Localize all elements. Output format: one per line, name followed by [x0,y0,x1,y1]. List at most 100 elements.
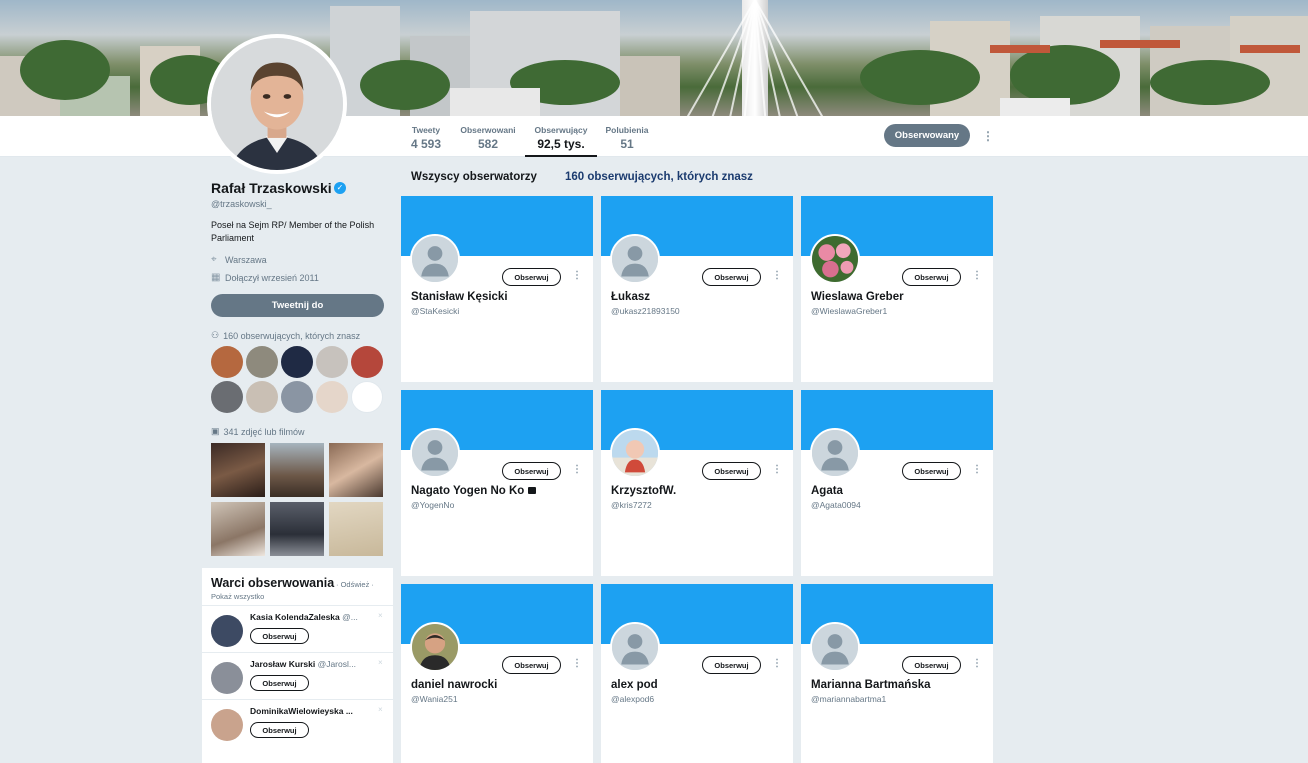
known-follower-avatar[interactable] [316,346,348,378]
follower-avatar[interactable] [610,428,660,478]
follower-card[interactable]: Obserwuj ⋮ Wieslawa Greber @WieslawaGreber1 [801,196,993,382]
suggestion-avatar[interactable] [211,709,243,741]
follower-card[interactable]: Obserwuj ⋮ alex pod @alexpod6 [601,584,793,763]
known-follower-avatar[interactable] [351,381,383,413]
media-thumbnail[interactable] [270,443,324,497]
profile-handle[interactable]: @trzaskowski_ [211,199,272,209]
follower-avatar[interactable] [610,622,660,672]
profile-avatar[interactable] [207,34,347,174]
follower-handle[interactable]: @kris7272 [611,500,652,510]
follower-name[interactable]: alex pod [611,679,658,691]
refresh-link[interactable]: · Odśwież · [336,580,374,589]
stat-tweets[interactable]: Tweety 4 593 [404,116,448,157]
follower-handle[interactable]: @alexpod6 [611,694,654,704]
more-options-icon[interactable]: ⋮ [772,464,782,475]
follow-button[interactable]: Obserwuj [902,268,961,286]
stat-following[interactable]: Obserwowani 582 [456,116,520,157]
suggestion-name[interactable]: Jarosław Kurski @Jarosl... [250,659,372,669]
more-options-icon[interactable]: ⋮ [972,464,982,475]
more-options-icon[interactable]: ⋮ [982,130,994,142]
known-follower-avatar[interactable] [211,346,243,378]
more-options-icon[interactable]: ⋮ [572,658,582,669]
follow-button[interactable]: Obserwuj [702,656,761,674]
follower-name[interactable]: daniel nawrocki [411,679,497,691]
more-options-icon[interactable]: ⋮ [972,658,982,669]
follower-name[interactable]: Wieslawa Greber [811,291,904,303]
known-follower-avatar[interactable] [246,381,278,413]
follower-card[interactable]: Obserwuj ⋮ Marianna Bartmańska @mariannabar… [801,584,993,763]
follower-card[interactable]: Obserwuj ⋮ Agata @Agata0094 [801,390,993,576]
media-thumbnail[interactable] [211,502,265,556]
follower-card[interactable]: Obserwuj ⋮ KrzysztofW. @kris7272 [601,390,793,576]
suggestion-avatar[interactable] [211,662,243,694]
follower-handle[interactable]: @WieslawaGreber1 [811,306,887,316]
more-options-icon[interactable]: ⋮ [772,658,782,669]
follower-avatar[interactable] [810,622,860,672]
stat-label: Polubienia [605,125,649,135]
more-options-icon[interactable]: ⋮ [972,270,982,281]
tab-all-followers[interactable]: Wszyscy obserwatorzy [411,171,537,183]
followers-you-know-link[interactable]: ⚇ 160 obserwujących, których znasz [211,330,360,341]
follow-button[interactable]: Obserwuj [702,268,761,286]
media-thumbnail[interactable] [329,502,383,556]
follower-avatar[interactable] [810,428,860,478]
follower-name[interactable]: Stanisław Kęsicki [411,291,508,303]
known-follower-avatar[interactable] [351,346,383,378]
tab-followers-you-know[interactable]: 160 obserwujących, których znasz [565,171,753,183]
follow-button[interactable]: Obserwuj [502,656,561,674]
follow-button[interactable]: Obserwuj [502,268,561,286]
follower-avatar[interactable] [410,428,460,478]
media-thumbnail[interactable] [211,443,265,497]
follower-handle[interactable]: @YogenNo [411,500,454,510]
follower-name[interactable]: Nagato Yogen No Ko [411,485,536,497]
media-thumbnail[interactable] [329,443,383,497]
more-options-icon[interactable]: ⋮ [772,270,782,281]
more-options-icon[interactable]: ⋮ [572,464,582,475]
tweet-to-button[interactable]: Tweetnij do [211,294,384,317]
follower-handle[interactable]: @mariannabartma1 [811,694,886,704]
follower-handle[interactable]: @Wania251 [411,694,458,704]
known-follower-avatar[interactable] [316,381,348,413]
dismiss-icon[interactable]: × [378,705,383,714]
dismiss-icon[interactable]: × [378,611,383,620]
follower-handle[interactable]: @ukasz21893150 [611,306,680,316]
known-follower-avatar[interactable] [246,346,278,378]
suggestion-name[interactable]: DominikaWielowieyska ... [250,706,372,716]
follower-card[interactable]: Obserwuj ⋮ Łukasz @ukasz21893150 [601,196,793,382]
stat-likes[interactable]: Polubienia 51 [602,116,652,157]
follow-button[interactable]: Obserwuj [702,462,761,480]
follower-card[interactable]: Obserwuj ⋮ Stanisław Kęsicki @StaKesicki [401,196,593,382]
follower-handle[interactable]: @StaKesicki [411,306,459,316]
stat-followers[interactable]: Obserwujący 92,5 tys. [525,116,597,157]
follower-name[interactable]: Marianna Bartmańska [811,679,931,691]
following-button[interactable]: Obserwowany [884,124,970,147]
dismiss-icon[interactable]: × [378,658,383,667]
follower-name[interactable]: Łukasz [611,291,650,303]
follower-avatar[interactable] [810,234,860,284]
follow-button[interactable]: Obserwuj [250,675,309,691]
profile-name[interactable]: Rafał Trzaskowski [211,180,332,196]
follow-button[interactable]: Obserwuj [902,656,961,674]
more-options-icon[interactable]: ⋮ [572,270,582,281]
show-all-link[interactable]: Pokaż wszystko [211,592,264,601]
follower-name[interactable]: KrzysztofW. [611,485,676,497]
follow-button[interactable]: Obserwuj [250,628,309,644]
follower-avatar[interactable] [610,234,660,284]
media-thumbnail[interactable] [270,502,324,556]
follower-avatar[interactable] [410,622,460,672]
follow-button[interactable]: Obserwuj [502,462,561,480]
known-follower-avatar[interactable] [281,346,313,378]
suggestion-name[interactable]: Kasia KolendaZaleska @... [250,612,372,622]
follower-avatar[interactable] [410,234,460,284]
follow-button[interactable]: Obserwuj [902,462,961,480]
follow-button[interactable]: Obserwuj [250,722,309,738]
who-to-follow-panel: Warci obserwowania · Odśwież · Pokaż wsz… [202,568,393,763]
follower-handle[interactable]: @Agata0094 [811,500,861,510]
photos-videos-link[interactable]: ▣ 341 zdjęć lub filmów [211,426,305,437]
known-follower-avatar[interactable] [211,381,243,413]
known-follower-avatar[interactable] [281,381,313,413]
suggestion-avatar[interactable] [211,615,243,647]
follower-card[interactable]: Obserwuj ⋮ Nagato Yogen No Ko @YogenNo [401,390,593,576]
follower-card[interactable]: Obserwuj ⋮ daniel nawrocki @Wania251 [401,584,593,763]
follower-name[interactable]: Agata [811,485,843,497]
